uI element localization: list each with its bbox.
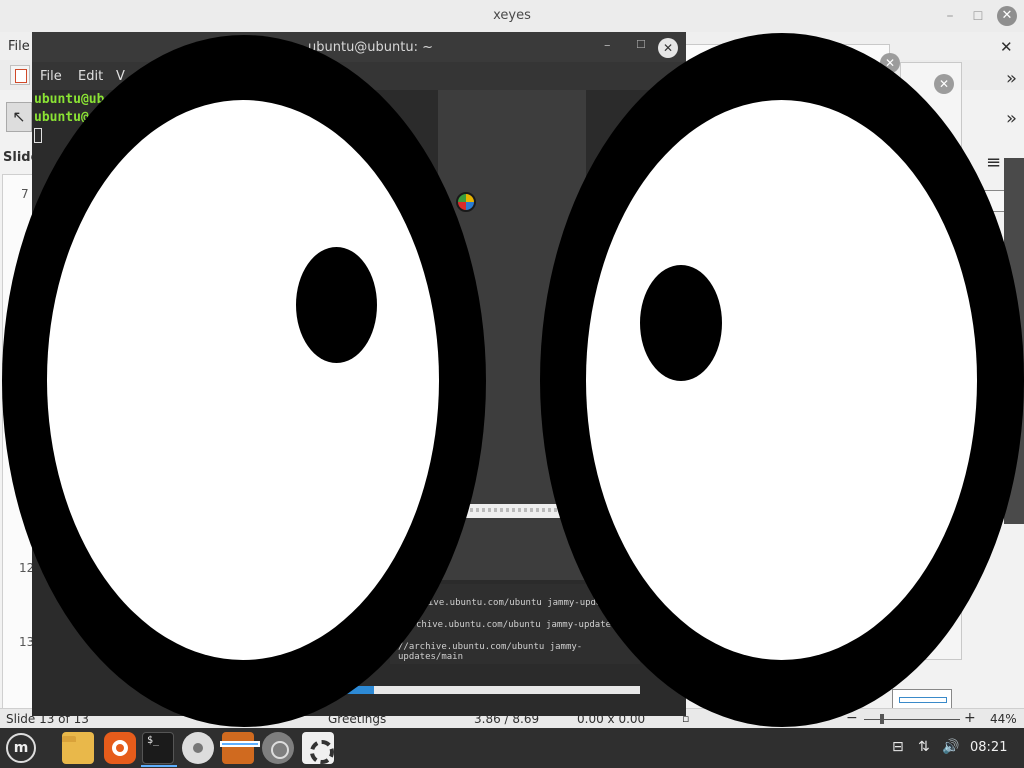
xeyes-titlebar[interactable]: xeyes – ☐ ✕ xyxy=(0,0,1024,32)
left-eye-white xyxy=(47,100,439,660)
apt-output-line: chive.ubuntu.com/ubuntu jammy-updates/r xyxy=(416,620,628,630)
disc-icon[interactable] xyxy=(182,732,214,764)
maximize-icon[interactable]: ☐ xyxy=(636,38,646,51)
progress-bar xyxy=(340,686,640,694)
mint-menu-button[interactable]: m xyxy=(6,733,36,763)
settings-gear-icon[interactable] xyxy=(302,732,334,764)
terminal-prompt-line: ubuntu@ xyxy=(34,110,89,125)
close-icon[interactable]: ✕ xyxy=(997,6,1017,26)
clock[interactable]: 08:21 xyxy=(970,740,1007,755)
zoom-slider-handle[interactable] xyxy=(880,714,884,724)
terminal-close-icon[interactable]: ✕ xyxy=(658,38,678,58)
terminal-titlebar[interactable]: ubuntu@ubuntu: ~ – ☐ ✕ xyxy=(32,32,686,62)
terminal-prompt-line: ubuntu@ub xyxy=(34,92,105,107)
impress-app-icon[interactable] xyxy=(220,732,260,764)
sidebar-menu-icon[interactable]: ≡ xyxy=(986,152,1001,173)
dialog-close-icon[interactable]: ✕ xyxy=(934,74,954,94)
maximize-icon[interactable]: ☐ xyxy=(968,6,988,26)
apt-output-line: ive.ubuntu.com/ubuntu jammy-update xyxy=(428,598,613,608)
window-title: xeyes xyxy=(493,8,531,23)
minimize-icon[interactable]: – xyxy=(604,38,611,53)
zoom-slider[interactable] xyxy=(864,719,960,720)
terminal-title: ubuntu@ubuntu: ~ xyxy=(308,40,434,55)
slide-number: 7 xyxy=(21,187,29,201)
busy-cursor-icon xyxy=(456,192,476,212)
zoom-in-button[interactable]: + xyxy=(964,710,976,726)
right-pupil xyxy=(640,265,722,381)
taskbar: m $_ ⊟ ⇅ 🔊 08:21 xyxy=(0,728,1024,768)
impress-menu-file[interactable]: File xyxy=(8,39,30,54)
disks-icon[interactable] xyxy=(262,732,294,764)
volume-icon[interactable]: 🔊 xyxy=(942,739,959,755)
network-icon[interactable]: ⇅ xyxy=(918,739,930,755)
zoom-level[interactable]: 44% xyxy=(990,712,1017,726)
minimize-icon[interactable]: – xyxy=(940,6,960,26)
toolbar-overflow-chevron-icon[interactable]: » xyxy=(1006,68,1017,89)
impress-close-icon[interactable]: ✕ xyxy=(1000,38,1013,56)
impress-document-icon[interactable] xyxy=(10,65,30,85)
select-tool-button[interactable]: ↖ xyxy=(6,102,32,132)
terminal-app-icon[interactable]: $_ xyxy=(141,732,177,767)
left-pupil xyxy=(296,247,377,363)
display-icon[interactable]: ⊟ xyxy=(892,739,904,755)
terminal-menu-edit[interactable]: Edit xyxy=(78,69,103,84)
layout-thumbnail[interactable] xyxy=(892,689,952,709)
toolbar-overflow-chevron-icon[interactable]: » xyxy=(1006,108,1017,129)
right-eye-white xyxy=(586,100,977,660)
terminal-cursor xyxy=(34,128,42,143)
apt-output-line: //archive.ubuntu.com/ubuntu jammy-update… xyxy=(398,642,583,662)
firefox-icon[interactable] xyxy=(104,732,136,764)
files-app-icon[interactable] xyxy=(62,732,94,764)
terminal-menu-file[interactable]: File xyxy=(40,69,62,84)
